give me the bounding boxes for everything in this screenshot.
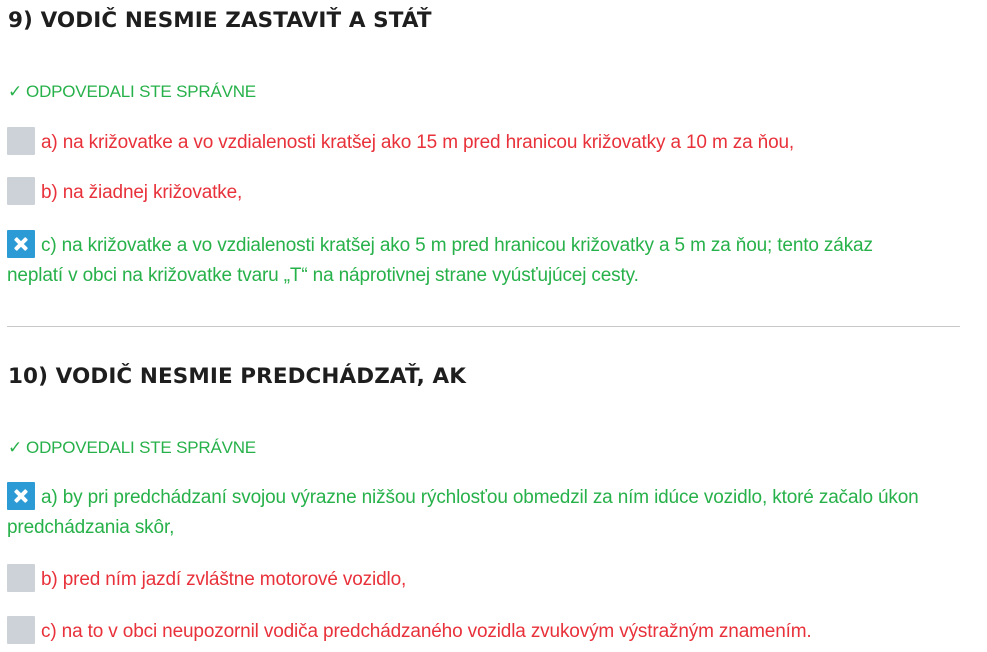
answer-text: b) na žiadnej križovatke, <box>41 182 243 203</box>
x-mark-checkbox-icon[interactable] <box>7 482 35 510</box>
answer-text: c) na križovatke a vo vzdialenosti kratš… <box>7 235 873 286</box>
question-title: 9) VODIČ NESMIE ZASTAVIŤ A STÁŤ <box>8 8 432 33</box>
answer-text: a) na križovatke a vo vzdialenosti kratš… <box>41 132 795 153</box>
status-message: ✓ ODPOVEDALI STE SPRÁVNE <box>8 438 256 458</box>
answer-option-c[interactable]: c) na to v obci neupozornil vodiča predc… <box>7 616 932 647</box>
answer-checkbox[interactable] <box>7 177 35 205</box>
status-text: ODPOVEDALI STE SPRÁVNE <box>26 438 256 457</box>
answer-text: b) pred ním jazdí zvláštne motorové vozi… <box>41 569 407 590</box>
answer-option-a[interactable]: a) na križovatke a vo vzdialenosti kratš… <box>7 127 932 158</box>
answer-text: c) na to v obci neupozornil vodiča predc… <box>41 621 812 642</box>
check-icon: ✓ <box>8 438 23 457</box>
divider <box>7 326 960 327</box>
question-title: 10) VODIČ NESMIE PREDCHÁDZAŤ, AK <box>8 364 467 389</box>
x-mark-checkbox-icon[interactable] <box>7 230 35 258</box>
status-message: ✓ ODPOVEDALI STE SPRÁVNE <box>8 82 256 102</box>
check-icon: ✓ <box>8 82 23 101</box>
answer-checkbox[interactable] <box>7 616 35 644</box>
answer-text: a) by pri predchádzaní svojou výrazne ni… <box>7 487 919 538</box>
answer-option-c[interactable]: c) na križovatke a vo vzdialenosti kratš… <box>7 230 932 291</box>
answer-option-a[interactable]: a) by pri predchádzaní svojou výrazne ni… <box>7 482 932 543</box>
answer-checkbox[interactable] <box>7 564 35 592</box>
answer-option-b[interactable]: b) pred ním jazdí zvláštne motorové vozi… <box>7 564 932 595</box>
answer-checkbox[interactable] <box>7 127 35 155</box>
status-text: ODPOVEDALI STE SPRÁVNE <box>26 82 256 101</box>
answer-option-b[interactable]: b) na žiadnej križovatke, <box>7 177 932 208</box>
